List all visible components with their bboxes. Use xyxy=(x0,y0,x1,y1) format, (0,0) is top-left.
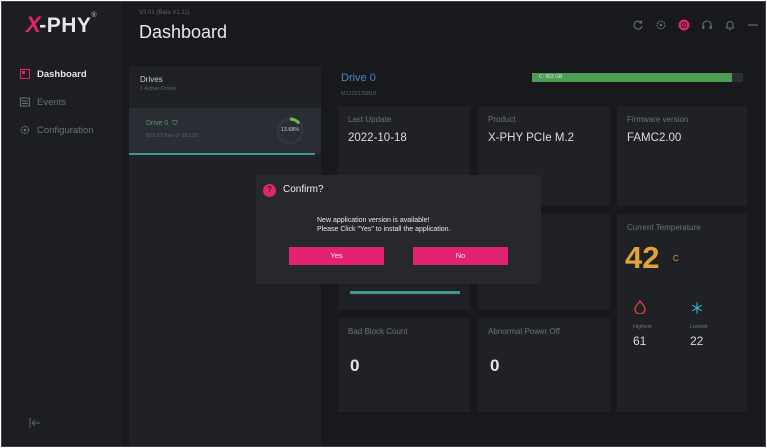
gear-icon xyxy=(20,125,30,135)
bell-icon[interactable] xyxy=(724,19,736,31)
drive-serial: M1222120819 xyxy=(341,91,377,97)
sidebar-item-label: Dashboard xyxy=(37,68,87,80)
question-icon xyxy=(263,184,276,197)
drive-list-item[interactable]: Drive 0 ⛉ 823.03 free of 953.50 13.68% xyxy=(129,108,321,155)
temperature-label: Current Temperature xyxy=(627,223,701,232)
product-value: X-PHY PCIe M.2 xyxy=(488,132,575,144)
no-button[interactable]: No xyxy=(413,247,508,265)
refresh-icon[interactable] xyxy=(632,19,644,31)
xphy-logo: X-PHY® xyxy=(26,12,98,37)
app-version: V3.01 (Beta V1.11) xyxy=(139,10,190,16)
last-update-label: Last Update xyxy=(348,115,392,124)
bad-block-label: Bad Block Count xyxy=(348,327,408,336)
selected-indicator xyxy=(129,153,315,155)
dialog-message-line2: Please Click "Yes" to install the applic… xyxy=(317,226,451,233)
firmware-value: FAMC2.00 xyxy=(627,132,682,144)
abnormal-power-card: Abnormal Power Off 0 xyxy=(478,318,610,412)
sidebar-item-configuration[interactable]: Configuration xyxy=(2,116,122,144)
app-window: X-PHY® Dashboard Events Configuration V3… xyxy=(1,1,766,447)
sidebar-item-label: Events xyxy=(37,96,67,108)
thermometer-icon xyxy=(634,299,646,315)
settings-icon[interactable] xyxy=(655,19,667,31)
temperature-card: Current Temperature 42 C Highest Lowest … xyxy=(617,214,747,412)
temperature-unit: C xyxy=(673,254,679,263)
highest-value: 61 xyxy=(633,334,647,348)
usage-percent: 13.68% xyxy=(280,127,300,133)
firmware-card: Firmware version FAMC2.00 xyxy=(617,106,747,206)
dialog-title: Confirm? xyxy=(283,184,324,195)
sidebar-item-events[interactable]: Events xyxy=(2,88,122,116)
temperature-value: 42 xyxy=(625,240,660,275)
dashboard-icon xyxy=(20,69,30,79)
drives-title: Drives xyxy=(140,75,163,84)
minimize-icon[interactable] xyxy=(747,19,759,31)
last-update-value: 2022-10-18 xyxy=(348,132,407,144)
bad-block-value: 0 xyxy=(350,356,360,375)
dialog-message: New application version is available! Pl… xyxy=(317,216,451,234)
events-icon xyxy=(20,97,30,107)
capacity-bar: C: 953 GB xyxy=(532,73,743,82)
sidebar-item-label: Configuration xyxy=(37,124,94,136)
health-bar xyxy=(350,291,460,294)
capacity-label: C: 953 GB xyxy=(539,74,563,80)
drive-item-free: 823.03 free of 953.50 xyxy=(146,133,199,139)
lowest-value: 22 xyxy=(690,334,704,348)
confirm-dialog: Confirm? New application version is avai… xyxy=(256,175,541,284)
bad-block-card: Bad Block Count 0 xyxy=(338,318,470,412)
snowflake-icon xyxy=(691,301,703,314)
dialog-message-line1: New application version is available! xyxy=(317,217,430,224)
product-label: Product xyxy=(488,115,516,124)
header-toolbar xyxy=(632,16,759,34)
page-title: Dashboard xyxy=(139,22,228,42)
sidebar-nav: Dashboard Events Configuration xyxy=(2,60,122,144)
abnormal-power-label: Abnormal Power Off xyxy=(488,327,560,336)
drive-title: Drive 0 xyxy=(341,72,376,84)
usage-ring: 13.68% xyxy=(275,116,305,146)
drive-item-name: Drive 0 ⛉ xyxy=(146,120,178,127)
drives-subtitle: 1 Active Drives xyxy=(140,86,177,92)
lowest-label: Lowest xyxy=(690,324,708,330)
headset-icon[interactable] xyxy=(701,19,713,31)
sidebar: X-PHY® Dashboard Events Configuration xyxy=(2,2,122,446)
record-icon[interactable] xyxy=(678,19,690,31)
yes-button[interactable]: Yes xyxy=(289,247,384,265)
shield-icon: ⛉ xyxy=(172,120,178,127)
firmware-label: Firmware version xyxy=(627,115,689,124)
abnormal-power-value: 0 xyxy=(490,356,500,375)
highest-label: Highest xyxy=(633,324,652,330)
collapse-sidebar-icon[interactable] xyxy=(28,416,42,430)
sidebar-item-dashboard[interactable]: Dashboard xyxy=(2,60,122,88)
